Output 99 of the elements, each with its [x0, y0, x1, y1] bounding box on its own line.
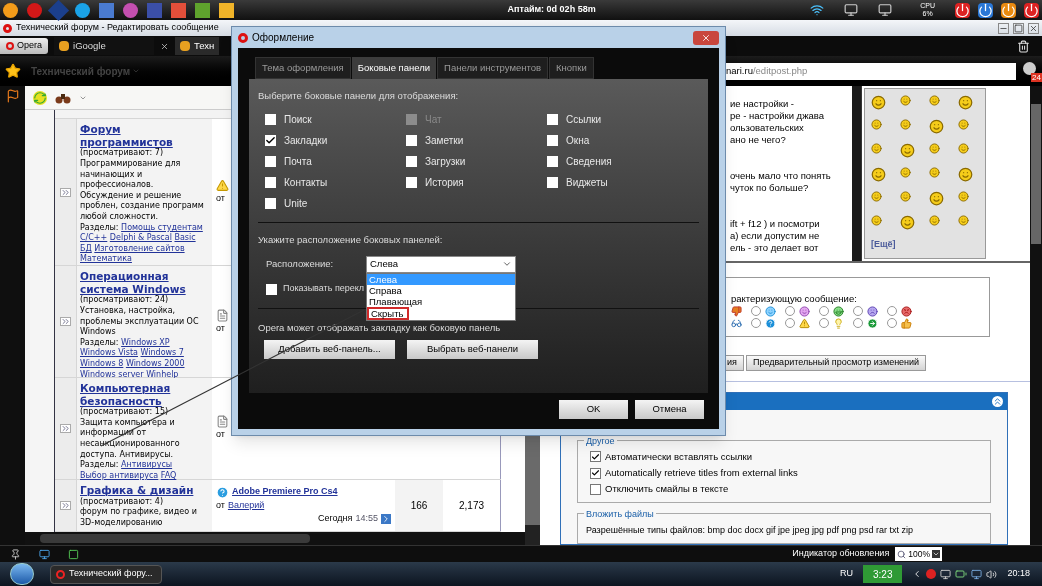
zoom-field[interactable]: 100%: [895, 547, 942, 561]
forum-description: форум по графике, видео и 3D-моделированию: [80, 507, 198, 529]
section-heading: Выберите боковые панели для отображения:: [258, 89, 460, 103]
section-link[interactable]: Windows 2000: [125, 359, 185, 369]
dialog-tab[interactable]: Тема оформления: [255, 57, 351, 79]
section-link[interactable]: Windows 7: [140, 348, 184, 358]
thread-title-link[interactable]: Adobe Premiere Pro Cs4: [232, 485, 338, 499]
editor-text-line: ие настройки -: [730, 98, 795, 110]
post-time: 14:55: [355, 512, 378, 526]
dropdown-option[interactable]: Скрыть: [367, 306, 409, 320]
browser-tab[interactable]: iGoogle: [54, 37, 154, 55]
section-link[interactable]: Выбор антивируса: [80, 470, 159, 480]
option-label: Автоматически вставлять ссылки: [605, 449, 753, 464]
viewer-count: (просматривают: 4): [80, 496, 165, 507]
section-link[interactable]: БД: [80, 243, 92, 253]
section-link[interactable]: Windows 8: [80, 359, 124, 369]
position-label: Расположение:: [266, 256, 335, 271]
clock: 20:18: [1007, 567, 1030, 581]
dialog-tab[interactable]: Панели инструментов: [437, 57, 549, 79]
dialog-tab[interactable]: Боковые панели: [351, 57, 437, 79]
viewer-count: (просматривают: 7): [80, 148, 164, 159]
language-indicator[interactable]: RU: [840, 567, 853, 581]
post-date: Сегодня: [317, 512, 353, 526]
editor-text-line: ано не чего?: [730, 134, 787, 146]
dialog-button[interactable]: OK: [559, 400, 628, 419]
forum-title-link[interactable]: Форум программистов: [80, 123, 209, 149]
forum-title-link[interactable]: Компьютерная безопасность: [80, 382, 209, 408]
editor-text-line: чуток по больше?: [730, 182, 810, 194]
option-label: Automatically retrieve titles from external links: [605, 466, 798, 480]
uptime-label: Аптайм: 0d 02h 58m: [507, 3, 596, 17]
editor-text-line: ель - это делает вот: [730, 242, 820, 254]
checkbox-label: Unite: [284, 197, 308, 212]
author-prefix: от: [216, 321, 225, 335]
author-link[interactable]: Валерий: [227, 498, 265, 513]
section-link[interactable]: Изготовление сайтов: [94, 243, 185, 253]
editor-text-line: ре - настройки джава: [730, 110, 826, 122]
timer-display: 3:23: [863, 565, 903, 583]
update-indicator-label: Индикатор обновления: [792, 547, 890, 561]
checkbox-label: Показывать перекл: [283, 282, 365, 296]
dialog-button[interactable]: Отмена: [635, 400, 704, 419]
checkbox-label: История: [425, 176, 464, 191]
checkbox-label: Виджеты: [566, 176, 608, 191]
sections-label: Разделы:: [80, 337, 119, 347]
dropdown-option[interactable]: Справа: [367, 284, 515, 296]
editor-text-line: ift + f12 ) и посмотри: [730, 218, 821, 230]
section-link[interactable]: Математика: [80, 254, 132, 264]
section-link[interactable]: Windows server: [80, 369, 144, 379]
section-link[interactable]: Помощь студентам: [121, 222, 203, 232]
web-panel-note: Opera может отображать закладку как боковую панель: [258, 320, 502, 335]
checkbox-label: Загрузки: [425, 155, 466, 170]
form-button[interactable]: Предварительный просмотр изменений: [745, 354, 927, 371]
checkbox-label: Заметки: [425, 134, 464, 149]
editor-text-line: очень мало что понять: [730, 170, 832, 182]
forum-description: Установка, настройка, проблемы эксплуатации ОС Windows: [80, 306, 200, 338]
topic-count: 166: [395, 480, 443, 531]
section-link[interactable]: Delphi & Pascal: [109, 233, 172, 243]
sections-label: Разделы:: [80, 460, 119, 470]
allowed-file-types: Разрешённые типы файлов: bmp doc docx gif jpe jpeg jpg pdf png psd rar txt zip: [586, 523, 915, 537]
editor-text-line: ользовательских: [730, 122, 805, 134]
window-title: Технический форум - Редактировать сообщение: [16, 21, 219, 35]
fieldset-legend: Вложить файлы: [584, 507, 656, 521]
rating-label: рактеризующую сообщение:: [731, 291, 858, 306]
checkbox-label: Окна: [566, 134, 590, 149]
section-link[interactable]: C/C++: [80, 233, 108, 243]
checkbox-label: Почта: [284, 155, 312, 170]
author-prefix: от: [216, 428, 225, 442]
dialog-title: Оформление: [252, 31, 315, 45]
browser-tab[interactable]: Техн: [175, 37, 220, 55]
more-smilies-link[interactable]: [Ещё]: [871, 238, 979, 252]
section-link[interactable]: FAQ: [160, 470, 177, 480]
menu-button[interactable]: Opera: [0, 38, 48, 54]
forum-title-link[interactable]: Операционная система Windows: [80, 270, 209, 296]
sections-label: Разделы:: [80, 222, 119, 232]
web-panel-button[interactable]: Выбрать веб-панели: [407, 339, 538, 359]
section-link[interactable]: Windows XP: [121, 337, 170, 347]
section-link[interactable]: Winhelp: [146, 369, 179, 379]
checkbox-label: Закладки: [284, 134, 328, 149]
checkbox-label: Чат: [425, 113, 442, 128]
checkbox-label: Сведения: [566, 155, 612, 170]
dialog-tab[interactable]: Кнопки: [549, 57, 594, 79]
viewer-count: (просматривают: 24): [80, 295, 170, 306]
forum-title-link[interactable]: Графика & дизайн: [80, 484, 209, 497]
position-select[interactable]: Слева: [366, 255, 516, 273]
checkbox-label: Ссылки: [566, 113, 602, 128]
editor-text-line: а) если допустим не: [730, 230, 821, 242]
taskbar-button[interactable]: Технический фору...: [50, 564, 162, 584]
author-prefix: от: [216, 192, 225, 206]
section-link[interactable]: Basic: [174, 233, 196, 243]
checkbox-label: Поиск: [284, 113, 312, 128]
notification-badge: 24: [1031, 73, 1042, 82]
viewer-count: (просматривают: 15): [80, 407, 170, 418]
author-prefix: от: [216, 498, 225, 512]
section-link[interactable]: Антивирусы: [121, 460, 173, 470]
section-heading: Укажите расположение боковых панелей:: [258, 233, 444, 248]
section-link[interactable]: Windows Vista: [80, 348, 138, 358]
forum-description: Программирование для начинающих и профессионалов. Обсуждение и решение проблен, создание программ любой сложности.: [80, 159, 205, 223]
dropdown-option[interactable]: Плавающая: [367, 295, 515, 307]
checkbox-label: Контакты: [284, 176, 328, 191]
option-label: Отключить смайлы в тексте: [605, 482, 729, 497]
